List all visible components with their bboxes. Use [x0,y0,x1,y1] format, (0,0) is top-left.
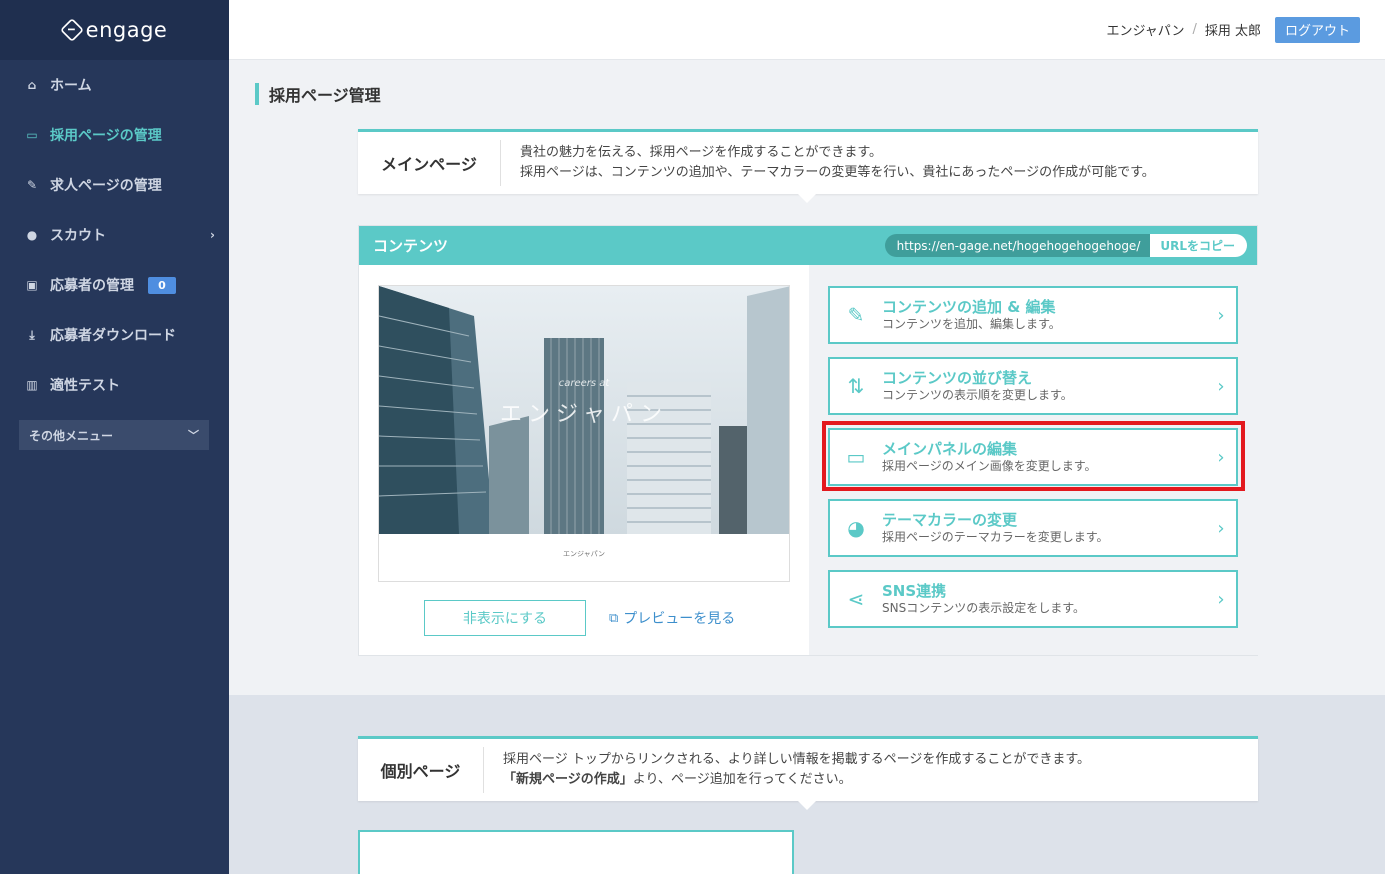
new-page-emphasis: 「新規ページの作成」 [503,772,633,787]
add-edit-contents-button[interactable]: ✎ コンテンツの追加 & 編集 コンテンツを追加、編集します。 › [828,286,1238,344]
sidebar-item-label: 応募者ダウンロード [50,328,176,344]
sidebar-item-applicant-download[interactable]: ⤓ 応募者ダウンロード [0,310,229,360]
pointer-triangle [798,194,816,203]
action-subtitle: 採用ページのテーマカラーを変更します。 [882,530,1109,544]
individual-page-desc-line1: 採用ページ トップからリンクされる、より詳しい情報を掲載するページを作成すること… [503,752,1091,767]
bar-chart-icon: ▥ [26,378,38,392]
download-icon: ⤓ [29,327,35,342]
pencil-icon: ✎ [847,303,865,327]
top-header: エンジャパン / 採用 太郎 ログアウト [229,0,1385,60]
logout-button[interactable]: ログアウト [1274,16,1360,43]
user-name: 採用 太郎 [1204,24,1261,39]
other-menu-dropdown[interactable]: その他メニュー ﹀ [19,420,209,450]
reorder-contents-button[interactable]: ⇅ コンテンツの並び替え コンテンツの表示順を変更します。 › [828,357,1238,415]
sidebar-item-aptitude-test[interactable]: ▥ 適性テスト [0,360,229,410]
chevron-right-icon: › [1217,304,1225,326]
sidebar-item-label: 採用ページの管理 [50,128,162,144]
preview-caption: エンジャパン [563,550,605,558]
action-title: SNS連携 [882,582,947,600]
highlight-frame [822,421,1245,491]
chevron-down-icon: ﹀ [188,429,199,442]
laptop-icon: ▭ [26,128,38,142]
sidebar-item-label: 適性テスト [50,378,120,394]
url-pill: https://en-gage.net/hogehogehogehoge/ UR… [884,234,1247,257]
chevron-right-icon: › [1217,588,1225,610]
hide-button[interactable]: 非表示にする [424,600,586,636]
action-title: コンテンツの追加 & 編集 [882,298,1056,316]
sns-link-button[interactable]: ⋖ SNS連携 SNSコンテンツの表示設定をします。 › [828,570,1238,628]
pointer-triangle [798,801,816,810]
action-subtitle: コンテンツを追加、編集します。 [882,317,1061,331]
main-page-label: メインページ [358,140,501,186]
sidebar-item-job-page[interactable]: ✎ 求人ページの管理 [0,160,229,210]
company-name: エンジャパン [1106,24,1185,39]
chevron-right-icon: › [1217,517,1225,539]
individual-page-desc-line2: 「新規ページの作成」より、ページ追加を行ってください。 [503,770,1090,790]
chevron-right-icon: › [1217,375,1225,397]
action-title: コンテンツの並び替え [882,369,1033,387]
action-title: テーマカラーの変更 [882,511,1018,529]
main-page-desc-line2: 採用ページは、コンテンツの追加や、テーマカラーの変更等を行い、貴社にあったページ… [520,165,1155,180]
preview-overlay-title: エンジャパン [499,402,668,427]
count-badge: 0 [148,276,176,294]
sidebar-item-scout[interactable]: ● スカウト › [0,210,229,260]
sidebar-item-label: ホーム [50,78,92,94]
edit-icon: ✎ [26,178,38,192]
action-subtitle: コンテンツの表示順を変更します。 [882,388,1073,402]
main-page-info-card: メインページ 貴社の魅力を伝える、採用ページを作成することができます。 採用ペー… [358,129,1258,203]
home-icon: ⌂ [27,78,37,92]
sidebar-item-recruit-page[interactable]: ▭ 採用ページの管理 [0,110,229,160]
sidebar: engage ⌂ ホーム ▭ 採用ページの管理 ✎ 求人ページの管理 ● スカウ… [0,0,229,874]
brand-name: engage [85,18,168,42]
sidebar-item-home[interactable]: ⌂ ホーム [0,60,229,110]
preview-link[interactable]: ⧉ プレビューを見る [609,600,735,636]
sort-icon: ⇅ [847,374,865,398]
preview-link-label: プレビューを見る [623,611,736,627]
palette-icon: ◕ [847,516,865,540]
page-title: 採用ページ管理 [255,83,381,105]
copy-url-button[interactable]: URLをコピー [1150,234,1247,257]
sidebar-item-label: 求人ページの管理 [50,178,162,194]
sidebar-item-label: 応募者の管理 [50,278,134,294]
sidebar-item-label: スカウト [50,228,106,244]
contents-header: コンテンツ https://en-gage.net/hogehogehogeho… [359,226,1257,265]
individual-page-desc-rest: より、ページ追加を行ってください。 [632,772,852,787]
main-page-description: 貴社の魅力を伝える、採用ページを作成することができます。 採用ページは、コンテン… [501,143,1155,183]
preview-overlay-subtitle: careers at [558,378,610,389]
download-box-icon: ▣ [26,278,38,292]
header-separator: / [1192,22,1197,37]
individual-page-label: 個別ページ [358,747,484,793]
chevron-right-icon: › [210,228,215,242]
individual-page-description: 採用ページ トップからリンクされる、より詳しい情報を掲載するページを作成すること… [484,750,1090,790]
new-page-card[interactable] [358,830,794,874]
main-panel-preview-image: careers at エンジャパン エンジャパン [378,285,790,582]
other-menu-label: その他メニュー [29,428,114,443]
main-page-desc-line1: 貴社の魅力を伝える、採用ページを作成することができます。 [520,145,883,160]
user-icon: ● [26,228,38,242]
action-subtitle: SNSコンテンツの表示設定をします。 [882,601,1086,615]
contents-title: コンテンツ [373,237,449,255]
brand-logo[interactable]: engage [0,0,229,60]
page-url[interactable]: https://en-gage.net/hogehogehogehoge/ [884,234,1151,257]
share-icon: ⋖ [847,587,865,611]
sidebar-item-applicants[interactable]: ▣ 応募者の管理 0 [0,260,229,310]
change-theme-color-button[interactable]: ◕ テーマカラーの変更 採用ページのテーマカラーを変更します。 › [828,499,1238,557]
external-link-icon: ⧉ [609,610,619,626]
individual-page-info-card: 個別ページ 採用ページ トップからリンクされる、より詳しい情報を掲載するページを… [358,736,1258,810]
engage-logo-icon [59,17,84,43]
